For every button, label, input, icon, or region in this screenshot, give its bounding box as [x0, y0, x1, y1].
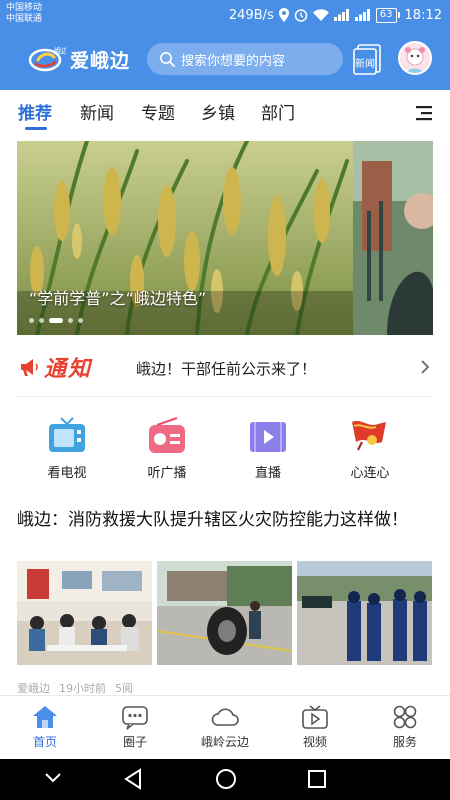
radio-icon — [149, 417, 185, 453]
tab-news[interactable]: 新闻 — [80, 99, 114, 124]
article-title[interactable]: 峨边：消防救援大队提升辖区火灾防控能力这样做！ — [17, 508, 433, 533]
nav-services[interactable]: 服务 — [360, 704, 450, 750]
home-icon — [33, 706, 57, 728]
battery-tip — [397, 12, 400, 18]
app-header: 峨边 爱峨边 搜索你想要的内容 新闻 — [0, 30, 450, 90]
carousel-dot[interactable] — [39, 318, 44, 323]
alarm-icon — [294, 9, 308, 22]
clock: 18:12 — [404, 7, 442, 23]
grid-icon — [393, 705, 417, 729]
search-bar[interactable]: 搜索你想要的内容 — [147, 43, 343, 75]
chat-bubble-icon — [122, 706, 148, 730]
nav-label: 视频 — [302, 735, 327, 749]
entry-label: 听广播 — [147, 466, 187, 481]
carousel-indicator — [29, 318, 83, 323]
wifi-icon — [312, 9, 329, 21]
nav-video[interactable]: 视频 — [270, 704, 360, 750]
live-video-icon — [250, 422, 286, 452]
active-tab-indicator — [25, 127, 47, 130]
entry-listen-radio[interactable]: 听广播 — [127, 416, 207, 481]
newspaper-icon-text: 新闻 — [355, 57, 375, 70]
search-icon — [160, 52, 175, 67]
banner-caption: “学前学普”之“峨边特色” — [29, 289, 207, 308]
article-time: 19小时前 — [59, 682, 106, 695]
status-bar: 中国移动 中国联通 249B/s 63 18:12 — [0, 0, 450, 30]
entry-label: 心连心 — [350, 466, 390, 481]
red-flag-icon — [352, 421, 386, 451]
tab-topics[interactable]: 专题 — [141, 99, 175, 124]
newspaper-button[interactable]: 新闻 — [352, 43, 382, 75]
battery-level: 63 — [375, 7, 397, 23]
carousel-dot[interactable] — [29, 318, 34, 323]
app-screen: 中国移动 中国联通 249B/s 63 18:12 峨边 爱峨边 搜索你想要的内… — [0, 0, 450, 800]
tab-departments[interactable]: 部门 — [261, 99, 295, 124]
logo-badge: 峨边 — [54, 46, 66, 55]
carousel-dot[interactable] — [78, 318, 83, 323]
battery-icon: 63 — [375, 7, 400, 23]
nav-label: 峨岭云边 — [200, 735, 249, 749]
logo-text: 爱峨边 — [70, 49, 131, 72]
meeting-room-photo — [17, 561, 152, 665]
menu-icon[interactable] — [416, 105, 434, 121]
carrier-2: 中国联通 — [6, 14, 43, 24]
banner-carousel[interactable]: “学前学普”之“峨边特色” — [17, 141, 433, 335]
firefighters-photo — [297, 561, 432, 665]
signal-icon — [333, 9, 349, 21]
entry-label: 看电视 — [47, 466, 87, 481]
article-photo-1[interactable] — [17, 561, 152, 665]
nav-home[interactable]: 首页 — [0, 704, 90, 750]
carousel-dot-active[interactable] — [49, 318, 63, 323]
notice-bar[interactable]: 通知 峨边！干部任前公示来了！ — [0, 346, 450, 388]
tire-training-photo — [157, 561, 292, 665]
back-icon[interactable] — [123, 768, 143, 790]
chevron-down-icon[interactable] — [44, 772, 62, 784]
tab-towns[interactable]: 乡镇 — [201, 99, 235, 124]
entry-watch-tv[interactable]: 看电视 — [27, 416, 107, 481]
video-icon — [302, 705, 328, 729]
bottom-nav: 首页 圈子 峨岭云边 视频 服务 — [0, 695, 450, 759]
system-nav-bar — [0, 759, 450, 800]
recent-apps-icon[interactable] — [307, 769, 327, 789]
tab-recommend[interactable]: 推荐 — [18, 99, 52, 124]
nav-cloud[interactable]: 峨岭云边 — [180, 704, 270, 750]
article-photo-3[interactable] — [297, 561, 432, 665]
article-meta: 爱峨边 19小时前 5阅 — [17, 680, 133, 696]
carrier-1: 中国移动 — [6, 3, 43, 13]
entry-live[interactable]: 直播 — [228, 416, 308, 481]
entry-label: 直播 — [254, 466, 281, 481]
net-speed: 249B/s — [228, 7, 274, 23]
status-icons: 249B/s 63 18:12 — [229, 5, 442, 25]
article-photo-2[interactable] — [157, 561, 292, 665]
notice-tag: 通知 — [18, 351, 92, 383]
nav-label: 首页 — [32, 735, 57, 749]
nav-label: 服务 — [392, 735, 417, 749]
location-icon — [278, 8, 289, 22]
article-reads: 5阅 — [115, 682, 133, 695]
carousel-dot[interactable] — [68, 318, 73, 323]
article-source: 爱峨边 — [17, 682, 50, 695]
newspaper-icon: 新闻 — [353, 44, 381, 75]
signal-4g-icon — [354, 9, 370, 21]
avatar-icon — [400, 43, 430, 73]
notice-text: 峨边！干部任前公示来了！ — [136, 360, 317, 378]
tv-icon — [49, 417, 85, 452]
nav-label: 圈子 — [122, 735, 147, 749]
nav-circle[interactable]: 圈子 — [90, 704, 180, 750]
logo-emblem-icon: 峨边 — [28, 46, 66, 72]
cloud-icon — [211, 708, 239, 726]
chevron-right-icon — [421, 360, 430, 374]
home-circle-icon[interactable] — [215, 768, 237, 790]
megaphone-icon — [21, 359, 38, 376]
carrier-info: 中国移动 中国联通 — [6, 3, 42, 25]
category-tabs: 推荐 新闻 专题 乡镇 部门 — [0, 90, 450, 134]
search-placeholder: 搜索你想要的内容 — [181, 53, 286, 69]
notice-tag-text: 通知 — [44, 357, 93, 382]
app-logo: 峨边 爱峨边 — [28, 44, 130, 74]
entry-heart-to-heart[interactable]: 心连心 — [330, 416, 410, 481]
section-divider — [17, 396, 433, 397]
user-avatar[interactable] — [398, 41, 432, 75]
